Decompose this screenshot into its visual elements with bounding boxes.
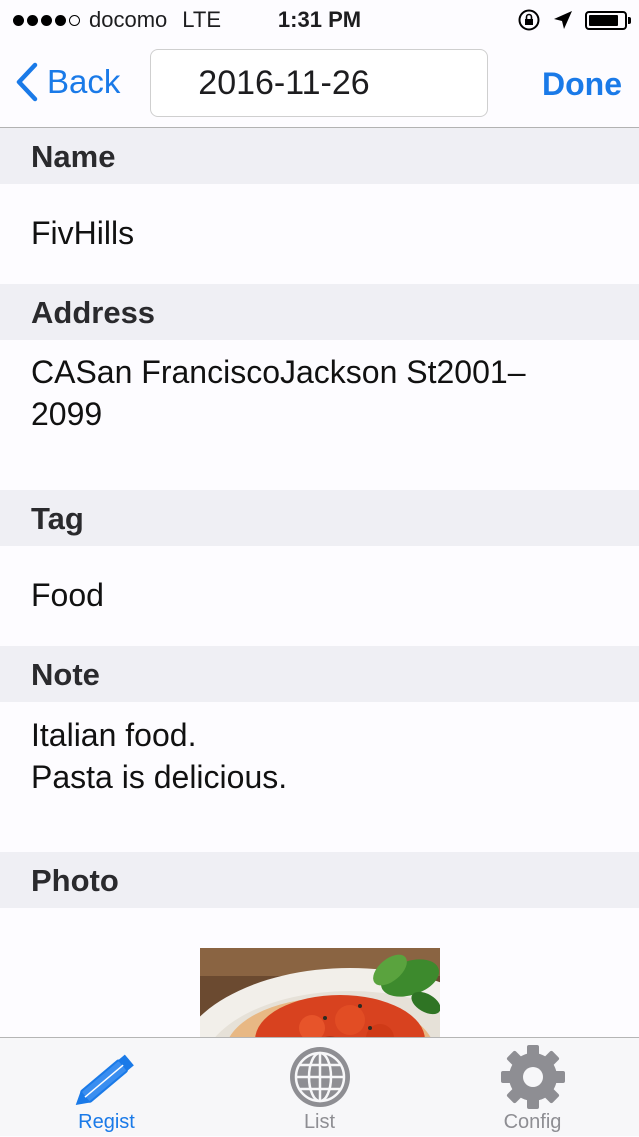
note-value[interactable]: Italian food. Pasta is delicious. (31, 714, 287, 798)
photo-section-title: Photo (31, 863, 119, 898)
note-section-title: Note (31, 657, 100, 692)
tab-list[interactable]: List (213, 1038, 426, 1137)
rotation-lock-icon (518, 9, 540, 31)
tab-regist-label: Regist (78, 1111, 135, 1133)
address-line-1: CASan FranciscoJackson St2001– (31, 354, 526, 390)
name-value[interactable]: FivHills (31, 212, 134, 254)
name-section-header: Name (0, 128, 639, 184)
back-label: Back (47, 63, 121, 100)
tag-value[interactable]: Food (31, 574, 104, 616)
note-line-1: Italian food. (31, 717, 197, 753)
note-line-2: Pasta is delicious. (31, 759, 288, 795)
tab-config[interactable]: Config (426, 1038, 639, 1137)
location-arrow-icon (554, 11, 572, 29)
status-right (517, 8, 631, 32)
tag-section-header: Tag (0, 490, 639, 546)
status-bar: docomo LTE 1:31 PM (0, 0, 639, 40)
globe-icon (290, 1047, 350, 1107)
tab-list-label: List (303, 1111, 336, 1133)
tab-config-label: Config (503, 1111, 562, 1133)
note-section-header: Note (0, 646, 639, 702)
address-section-header: Address (0, 284, 639, 340)
address-value[interactable]: CASan FranciscoJackson St2001– 2099 (31, 351, 525, 435)
battery-icon (585, 10, 631, 30)
done-button[interactable]: Done (542, 66, 622, 103)
back-button[interactable]: Back (15, 62, 120, 102)
gear-icon (501, 1045, 565, 1109)
address-section-title: Address (31, 295, 156, 330)
photo-section-header: Photo (0, 852, 639, 908)
tag-section-title: Tag (31, 501, 84, 536)
tab-regist[interactable]: Regist (0, 1038, 213, 1137)
address-line-2: 2099 (31, 396, 103, 432)
pencil-icon (75, 1054, 134, 1105)
chevron-left-icon (16, 62, 38, 102)
name-section-title: Name (31, 139, 116, 174)
tab-bar: Regist List Config (0, 1037, 639, 1136)
navigation-bar: Back 2016-11-26 Done (0, 40, 639, 128)
date-field[interactable]: 2016-11-26 (150, 49, 488, 117)
